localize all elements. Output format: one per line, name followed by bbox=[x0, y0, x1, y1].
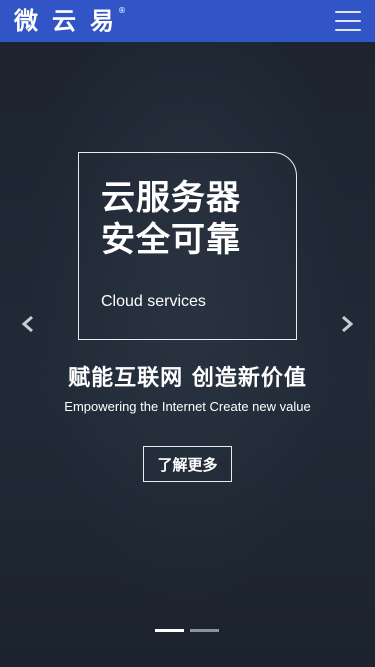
chevron-right-icon bbox=[342, 316, 354, 332]
prev-slide-button[interactable] bbox=[16, 312, 40, 336]
slide-indicator-1[interactable] bbox=[155, 629, 184, 632]
logo[interactable]: 微云易 ® bbox=[14, 6, 128, 35]
slide-indicators bbox=[155, 629, 219, 632]
banner-card-title: 云服务器 安全可靠 bbox=[101, 178, 241, 260]
logo-text: 微云易 bbox=[14, 7, 128, 35]
chevron-left-icon bbox=[21, 316, 33, 332]
slide-indicator-2[interactable] bbox=[190, 629, 219, 632]
banner-subheadline: Empowering the Internet Create new value bbox=[64, 399, 311, 414]
next-slide-button[interactable] bbox=[335, 312, 359, 336]
banner-headline: 赋能互联网 创造新价值 bbox=[68, 366, 307, 391]
registered-mark: ® bbox=[118, 6, 126, 15]
app-header: 微云易 ® bbox=[0, 0, 375, 42]
menu-line bbox=[335, 29, 361, 31]
hero-banner: 云服务器 安全可靠 Cloud services 赋能互联网 创造新价值 Emp… bbox=[0, 42, 375, 667]
menu-line bbox=[335, 11, 361, 13]
menu-line bbox=[335, 20, 361, 22]
hamburger-menu-icon[interactable] bbox=[335, 11, 361, 31]
learn-more-button[interactable]: 了解更多 bbox=[143, 446, 232, 482]
banner-card: 云服务器 安全可靠 Cloud services bbox=[78, 152, 297, 340]
banner-card-subtitle: Cloud services bbox=[101, 293, 206, 310]
